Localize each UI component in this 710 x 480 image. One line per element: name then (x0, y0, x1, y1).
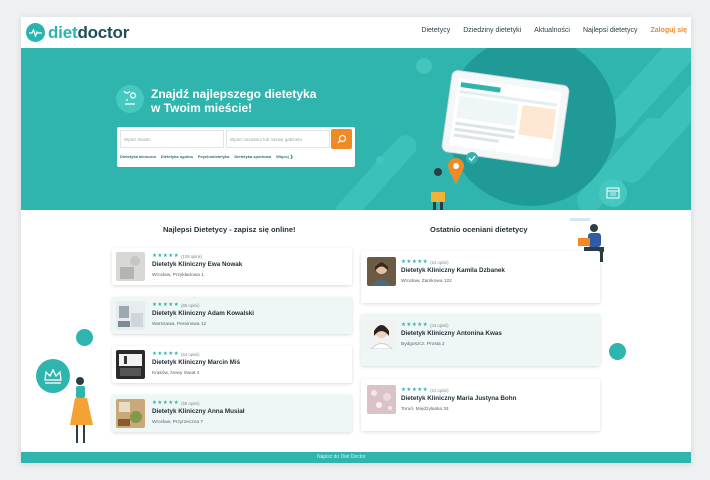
best-dietitians-title: Najlepsi Dietetycy - zapisz się online! (163, 225, 296, 234)
dietitian-address: Wrocław, Przyrzeczna 7 (152, 420, 204, 425)
nav-item-dziedziny[interactable]: Dziedziny dietetyki (463, 27, 521, 34)
dietitian-address: Bydgoszcz, Prosta 2 (401, 342, 445, 347)
dietitian-name[interactable]: Dietetyk Kliniczny Anna Musiał (152, 408, 245, 415)
dietitian-address: Kraków, Nowy Świat 4 (152, 371, 200, 376)
rating-stars: ★★★★★ (401, 322, 429, 328)
review-count: (56 opinii) (181, 400, 200, 406)
review-count: (24 opinii) (430, 259, 449, 265)
review-count: (64 opinii) (181, 351, 200, 357)
recent-dietitian-card[interactable]: ★★★★★ (24 opinii) Dietetyk Kliniczny Kami… (361, 251, 600, 303)
review-count: (109 opinii) (181, 253, 202, 259)
review-count: (86 opinii) (181, 302, 200, 308)
hero-title: Znajdź najlepszego dietetyka w Twoim mie… (151, 87, 316, 115)
dietitian-name[interactable]: Dietetyk Kliniczny Kamila Dzbanek (401, 267, 505, 274)
dietitian-name[interactable]: Dietetyk Kliniczny Ewa Nowak (152, 261, 242, 268)
review-count: (21 opinii) (430, 387, 449, 393)
main-nav: Dietetycy Dziedziny dietetyki Aktualnośc… (421, 27, 687, 34)
search-icon (337, 134, 346, 144)
dietitian-photo (367, 257, 396, 286)
hero-title-line1: Znajdź najlepszego dietetyka (151, 87, 317, 101)
search-button[interactable] (331, 129, 352, 149)
crown-icon (36, 359, 70, 393)
dietitian-name[interactable]: Dietetyk Kliniczny Maria Justyna Bohn (401, 395, 516, 402)
browser-frame: dietdoctor Dietetycy Dziedziny dietetyki… (21, 17, 691, 463)
review-count: (44 opinii) (430, 322, 449, 328)
dietitian-address: Wrocław, Zamkowa 122 (401, 279, 452, 284)
dietitian-photo (367, 385, 396, 414)
footer-text[interactable]: Napisz do Diet Doctor (317, 454, 366, 460)
dietitian-photo (116, 350, 145, 379)
dietitian-name[interactable]: Dietetyk Kliniczny Marcin Miś (152, 359, 240, 366)
rating-stars: ★★★★★ (152, 351, 180, 357)
recent-dietitians-title: Ostatnio oceniani dietetycy (430, 225, 528, 234)
dietitian-photo (367, 320, 396, 349)
nav-item-dietetycy[interactable]: Dietetycy (421, 27, 450, 34)
rating-stars: ★★★★★ (152, 400, 180, 406)
chip-dietetyka-ogolna[interactable]: Dietetyka ogólna (161, 154, 193, 159)
decor-dot (76, 329, 93, 346)
recent-dietitian-card[interactable]: ★★★★★ (44 opinii) Dietetyk Kliniczny Anto… (361, 314, 600, 366)
chip-wiecej[interactable]: Więcej ❯ (276, 154, 293, 159)
rating-stars: ★★★★★ (152, 253, 180, 259)
dietitian-card[interactable]: ★★★★★ (86 opinii) Dietetyk Kliniczny Adam… (112, 297, 352, 334)
chip-dietetyka-kliniczna[interactable]: Dietetyka kliniczna (120, 154, 156, 159)
dietitian-photo (116, 399, 145, 428)
city-input[interactable]: Wpisz miasto (120, 130, 224, 148)
dietitian-address: Warszawa, Pereinowa 12 (152, 322, 207, 327)
hero-decor-dot (376, 156, 384, 164)
tablet-illustration (431, 70, 570, 210)
recent-dietitian-card[interactable]: ★★★★★ (21 opinii) Dietetyk Kliniczny Mari… (361, 379, 600, 431)
woman-illustration (70, 377, 93, 443)
location-pin-badge-icon (116, 85, 144, 113)
dietitian-name[interactable]: Dietetyk Kliniczny Adam Kowalski (152, 310, 254, 317)
name-input[interactable]: Wpisz nazwisko lub nazwę gabinetu (226, 130, 330, 148)
logo-pulse-icon (26, 23, 45, 42)
dietitian-address: Toruń, Międzylaska 34 (401, 407, 449, 412)
dietitian-photo (116, 252, 145, 281)
chip-psychodietetyka[interactable]: Psychodietetyka (198, 154, 230, 159)
calendar-icon (599, 179, 627, 207)
nav-item-najlepsi[interactable]: Najlepsi dietetycy (583, 27, 637, 34)
dietitian-name[interactable]: Dietetyk Kliniczny Antonina Kwas (401, 330, 502, 337)
nav-item-aktualnosci[interactable]: Aktualności (534, 27, 570, 34)
header: dietdoctor Dietetycy Dziedziny dietetyki… (21, 17, 691, 48)
hero-title-line2: w Twoim mieście! (151, 101, 253, 115)
login-link[interactable]: Zaloguj się (650, 27, 687, 34)
hero-banner: Znajdź najlepszego dietetyka w Twoim mie… (21, 48, 691, 210)
chip-dietetyka-sportowa[interactable]: Dietetyka sportowa (234, 154, 271, 159)
specialization-chips: Dietetyka kliniczna Dietetyka ogólna Psy… (120, 154, 293, 159)
logo-diet-text: diet (48, 23, 78, 42)
rating-stars: ★★★★★ (401, 387, 429, 393)
dietitian-address: Wrocław, Przykładowa 1 (152, 273, 204, 278)
footer-bar: Napisz do Diet Doctor (21, 452, 691, 463)
logo[interactable]: dietdoctor (26, 23, 129, 42)
rating-stars: ★★★★★ (401, 259, 429, 265)
search-box: Wpisz miasto Wpisz nazwisko lub nazwę ga… (117, 127, 355, 167)
decor-dot (609, 343, 626, 360)
rating-stars: ★★★★★ (152, 302, 180, 308)
dietitian-card[interactable]: ★★★★★ (109 opinii) Dietetyk Kliniczny Ewa… (112, 248, 352, 285)
logo-doctor-text: doctor (77, 23, 130, 42)
dietitian-photo (116, 301, 145, 330)
dietitian-card[interactable]: ★★★★★ (56 opinii) Dietetyk Kliniczny Anna… (112, 395, 352, 432)
dietitian-card[interactable]: ★★★★★ (64 opinii) Dietetyk Kliniczny Marc… (112, 346, 352, 383)
